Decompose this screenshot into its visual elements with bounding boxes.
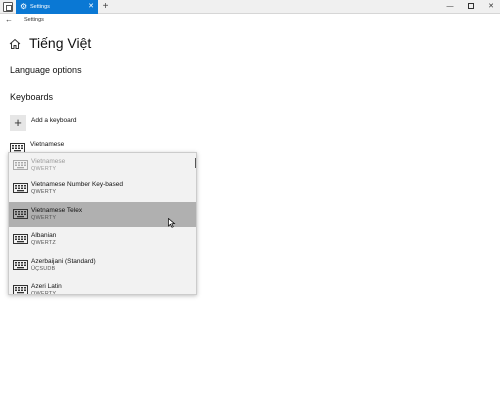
gear-icon: ⚙ <box>20 2 28 11</box>
installed-keyboard-name: Vietnamese <box>30 141 65 148</box>
keyboard-option-layout: QWERTY <box>31 166 57 172</box>
keyboard-icon <box>13 183 28 193</box>
language-options-heading: Language options <box>10 65 82 75</box>
tab-label: Settings <box>30 4 50 10</box>
keyboard-option[interactable]: Albanian QWERTZ <box>9 227 196 252</box>
keyboard-option-name: Albanian <box>31 232 57 239</box>
back-row: ← Settings <box>0 14 500 26</box>
keyboard-icon <box>13 285 28 294</box>
add-keyboard-label[interactable]: Add a keyboard <box>31 117 77 124</box>
keyboard-option[interactable]: Azeri Latin QWERTY <box>9 278 196 295</box>
keyboard-option[interactable]: Azerbaijani (Standard) ÜÇSUDB <box>9 253 196 278</box>
page-title: Tiếng Việt <box>29 35 92 51</box>
close-window-button[interactable]: ✕ <box>481 0 500 14</box>
back-arrow-icon[interactable]: ← <box>5 15 13 24</box>
mouse-cursor-icon <box>168 218 176 228</box>
new-tab-button[interactable]: + <box>100 1 111 13</box>
scrollbar[interactable] <box>195 158 196 168</box>
keyboard-option[interactable]: Vietnamese QWERTY <box>9 153 196 178</box>
close-tab-icon[interactable]: ✕ <box>88 2 94 12</box>
keyboard-option-name: Vietnamese <box>31 158 66 165</box>
window-title: Settings <box>24 17 44 23</box>
keyboard-option-name: Vietnamese Number Key-based <box>31 181 124 188</box>
task-view-icon[interactable] <box>3 2 13 12</box>
keyboards-heading: Keyboards <box>10 92 54 102</box>
keyboard-option-name: Azerbaijani (Standard) <box>31 258 96 265</box>
home-icon[interactable] <box>9 38 21 50</box>
minimize-button[interactable]: — <box>440 0 460 14</box>
keyboard-option-layout: QWERTY <box>31 291 57 295</box>
keyboard-option-name: Vietnamese Telex <box>31 207 83 214</box>
keyboard-option[interactable]: Vietnamese Number Key-based QWERTY <box>9 176 196 201</box>
keyboard-icon <box>13 209 28 219</box>
keyboard-icon <box>13 234 28 244</box>
keyboard-option-layout: QWERTZ <box>31 240 56 246</box>
keyboard-option-layout: ÜÇSUDB <box>31 266 56 272</box>
keyboard-icon <box>13 160 28 170</box>
keyboard-option-layout: QWERTY <box>31 215 57 221</box>
keyboard-option-layout: QWERTY <box>31 189 57 195</box>
add-keyboard-button[interactable]: + <box>10 115 26 131</box>
keyboard-option-name: Azeri Latin <box>31 283 62 290</box>
maximize-button[interactable] <box>461 0 481 14</box>
title-bar: ⚙ Settings ✕ + — ✕ <box>0 0 500 14</box>
maximize-icon <box>468 3 474 10</box>
tab-settings[interactable]: ⚙ Settings ✕ <box>16 0 98 14</box>
keyboard-icon <box>13 260 28 270</box>
